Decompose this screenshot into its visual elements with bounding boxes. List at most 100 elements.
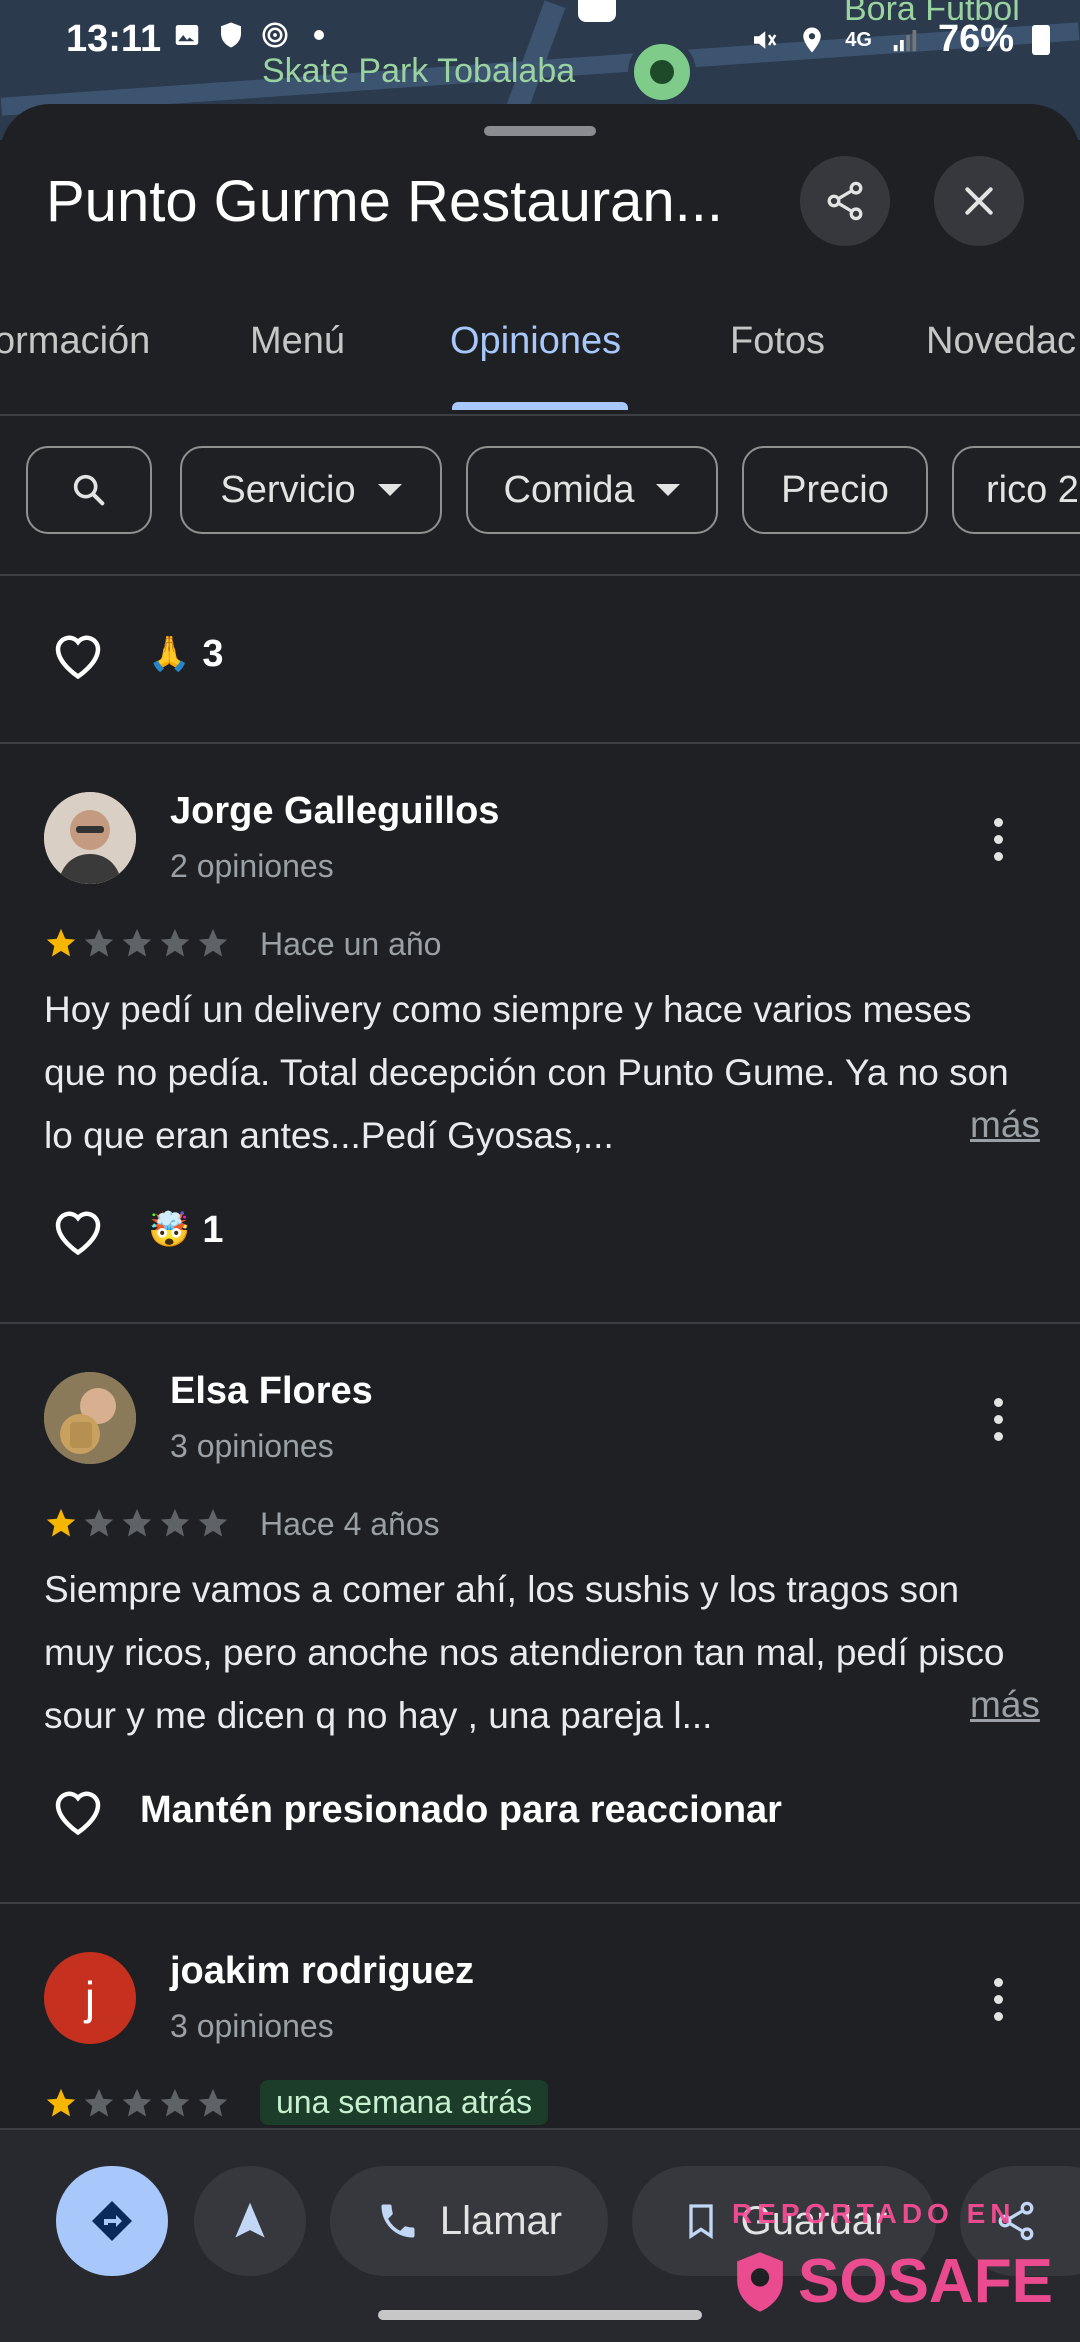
- star-empty-icon: [160, 928, 190, 957]
- chevron-down-icon: [377, 484, 402, 496]
- star-empty-icon: [122, 1508, 152, 1537]
- review-date: Hace un año: [260, 926, 442, 962]
- search-icon: [73, 474, 105, 506]
- star-empty-icon: [198, 2088, 228, 2117]
- star-filled-icon: [46, 928, 76, 957]
- review-text[interactable]: Siempre vamos a comer ahí, los sushis y …: [44, 1558, 1034, 1747]
- reviewer-review-count: 3 opiniones: [170, 1428, 334, 1464]
- more-options-button[interactable]: [990, 818, 1006, 861]
- review-date: una semana atrás: [260, 2080, 549, 2125]
- tab-bar: ormación Menú Opiniones Fotos Novedac: [0, 304, 1080, 416]
- reaction-count: 3: [202, 632, 224, 675]
- directions-button[interactable]: [56, 2166, 168, 2276]
- avatar[interactable]: j: [44, 1952, 136, 2044]
- gesture-navigation-bar[interactable]: [378, 2310, 702, 2320]
- reaction-summary[interactable]: 🤯 1: [148, 1209, 223, 1252]
- bookmark-icon: [688, 2204, 713, 2240]
- gallery-icon: [175, 25, 199, 45]
- reviewer-name[interactable]: Elsa Flores: [170, 1370, 373, 1413]
- share-button[interactable]: [800, 156, 890, 246]
- heart-icon[interactable]: [48, 1782, 108, 1838]
- tab-fotos[interactable]: Fotos: [730, 320, 825, 363]
- star-empty-icon: [160, 1508, 190, 1537]
- star-rating: [44, 2086, 230, 2120]
- tab-opiniones[interactable]: Opiniones: [450, 320, 621, 363]
- search-reviews-button[interactable]: [26, 446, 152, 534]
- reviewer-review-count: 2 opiniones: [170, 848, 334, 884]
- star-empty-icon: [160, 2088, 190, 2117]
- review-text[interactable]: Hoy pedí un delivery como siempre y hace…: [44, 978, 1034, 1167]
- battery-level: 76%: [937, 18, 1014, 60]
- chip-label: Precio: [781, 468, 889, 511]
- review-card: j joakim rodriguez 3 opiniones una seman…: [0, 1902, 1080, 2128]
- watermark-logo: SOSAFE: [732, 2246, 1053, 2317]
- chip-precio[interactable]: Precio: [742, 446, 928, 534]
- drag-handle[interactable]: [484, 126, 596, 136]
- chip-rico[interactable]: rico 2: [952, 446, 1080, 534]
- star-rating: [44, 1506, 230, 1540]
- review-reactions: Mantén presionado para reaccionar: [48, 1782, 782, 1838]
- tab-novedades[interactable]: Novedac: [926, 320, 1076, 363]
- star-empty-icon: [122, 928, 152, 957]
- review-date: Hace 4 años: [260, 1506, 440, 1542]
- previous-review-reactions: 🙏 3: [48, 626, 223, 682]
- watermark-line2: SOSAFE: [798, 2247, 1053, 2316]
- shield-icon: [221, 22, 241, 48]
- close-button[interactable]: [934, 156, 1024, 246]
- avatar-photo: [44, 1372, 136, 1464]
- avatar-photo: [44, 792, 136, 884]
- star-rating: [44, 926, 230, 960]
- call-label: Llamar: [439, 2198, 563, 2243]
- heart-icon[interactable]: [48, 1202, 108, 1258]
- status-notifications: [172, 20, 334, 50]
- more-options-button[interactable]: [990, 1398, 1006, 1441]
- review-card: Jorge Galleguillos 2 opiniones Hace un a…: [0, 742, 1080, 1322]
- star-empty-icon: [84, 1508, 114, 1537]
- star-empty-icon: [122, 2088, 152, 2117]
- avatar[interactable]: [44, 1372, 136, 1464]
- close-icon: [965, 187, 993, 215]
- call-button[interactable]: Llamar: [330, 2166, 608, 2276]
- more-options-button[interactable]: [990, 1978, 1006, 2021]
- reaction-emoji: 🤯: [148, 1211, 191, 1249]
- star-empty-icon: [198, 928, 228, 957]
- reaction-emoji: 🙏: [148, 635, 191, 673]
- shield-logo-icon: [737, 2251, 783, 2312]
- star-empty-icon: [84, 2088, 114, 2117]
- start-navigation-button[interactable]: [194, 2166, 306, 2276]
- reviewer-review-count: 3 opiniones: [170, 2008, 334, 2044]
- review-card: Elsa Flores 3 opiniones Hace 4 años Siem…: [0, 1322, 1080, 1902]
- location-icon: [803, 27, 821, 52]
- chip-label: Servicio: [220, 468, 356, 511]
- chip-label: Comida: [503, 468, 635, 511]
- battery-icon: [1032, 24, 1050, 55]
- navigation-arrow-icon: [235, 2202, 265, 2238]
- reviewer-name[interactable]: joakim rodriguez: [170, 1950, 474, 1993]
- tab-informacion[interactable]: ormación: [0, 320, 150, 363]
- status-time: 13:11: [66, 18, 162, 60]
- reaction-count: 1: [202, 1208, 224, 1251]
- reviewer-name[interactable]: Jorge Galleguillos: [170, 790, 499, 833]
- chip-servicio[interactable]: Servicio: [180, 446, 442, 534]
- watermark: REPORTADO EN SOSAFE: [732, 2198, 1053, 2316]
- read-more-link[interactable]: más: [962, 1684, 1040, 1726]
- status-bar: 13:11 4G 76%: [0, 0, 1080, 84]
- chevron-down-icon: [656, 484, 681, 496]
- chips-divider: [0, 574, 1080, 576]
- chip-comida[interactable]: Comida: [466, 446, 718, 534]
- status-system: 4G 76%: [749, 18, 1050, 61]
- watermark-line1: REPORTADO EN: [732, 2198, 1016, 2229]
- tab-menu[interactable]: Menú: [250, 320, 345, 363]
- dot-icon: [314, 30, 324, 40]
- phone-icon: [381, 2204, 415, 2238]
- place-title: Punto Gurme Restauran...: [46, 169, 723, 234]
- heart-icon[interactable]: [48, 626, 108, 682]
- share-icon: [827, 181, 863, 221]
- signal-icon: [893, 29, 917, 51]
- fingerprint-icon: [262, 22, 288, 48]
- directions-icon: [92, 2201, 132, 2241]
- reaction-summary[interactable]: 🙏 3: [148, 633, 223, 676]
- network-type: 4G: [845, 28, 872, 51]
- read-more-link[interactable]: más: [962, 1104, 1040, 1146]
- avatar[interactable]: [44, 792, 136, 884]
